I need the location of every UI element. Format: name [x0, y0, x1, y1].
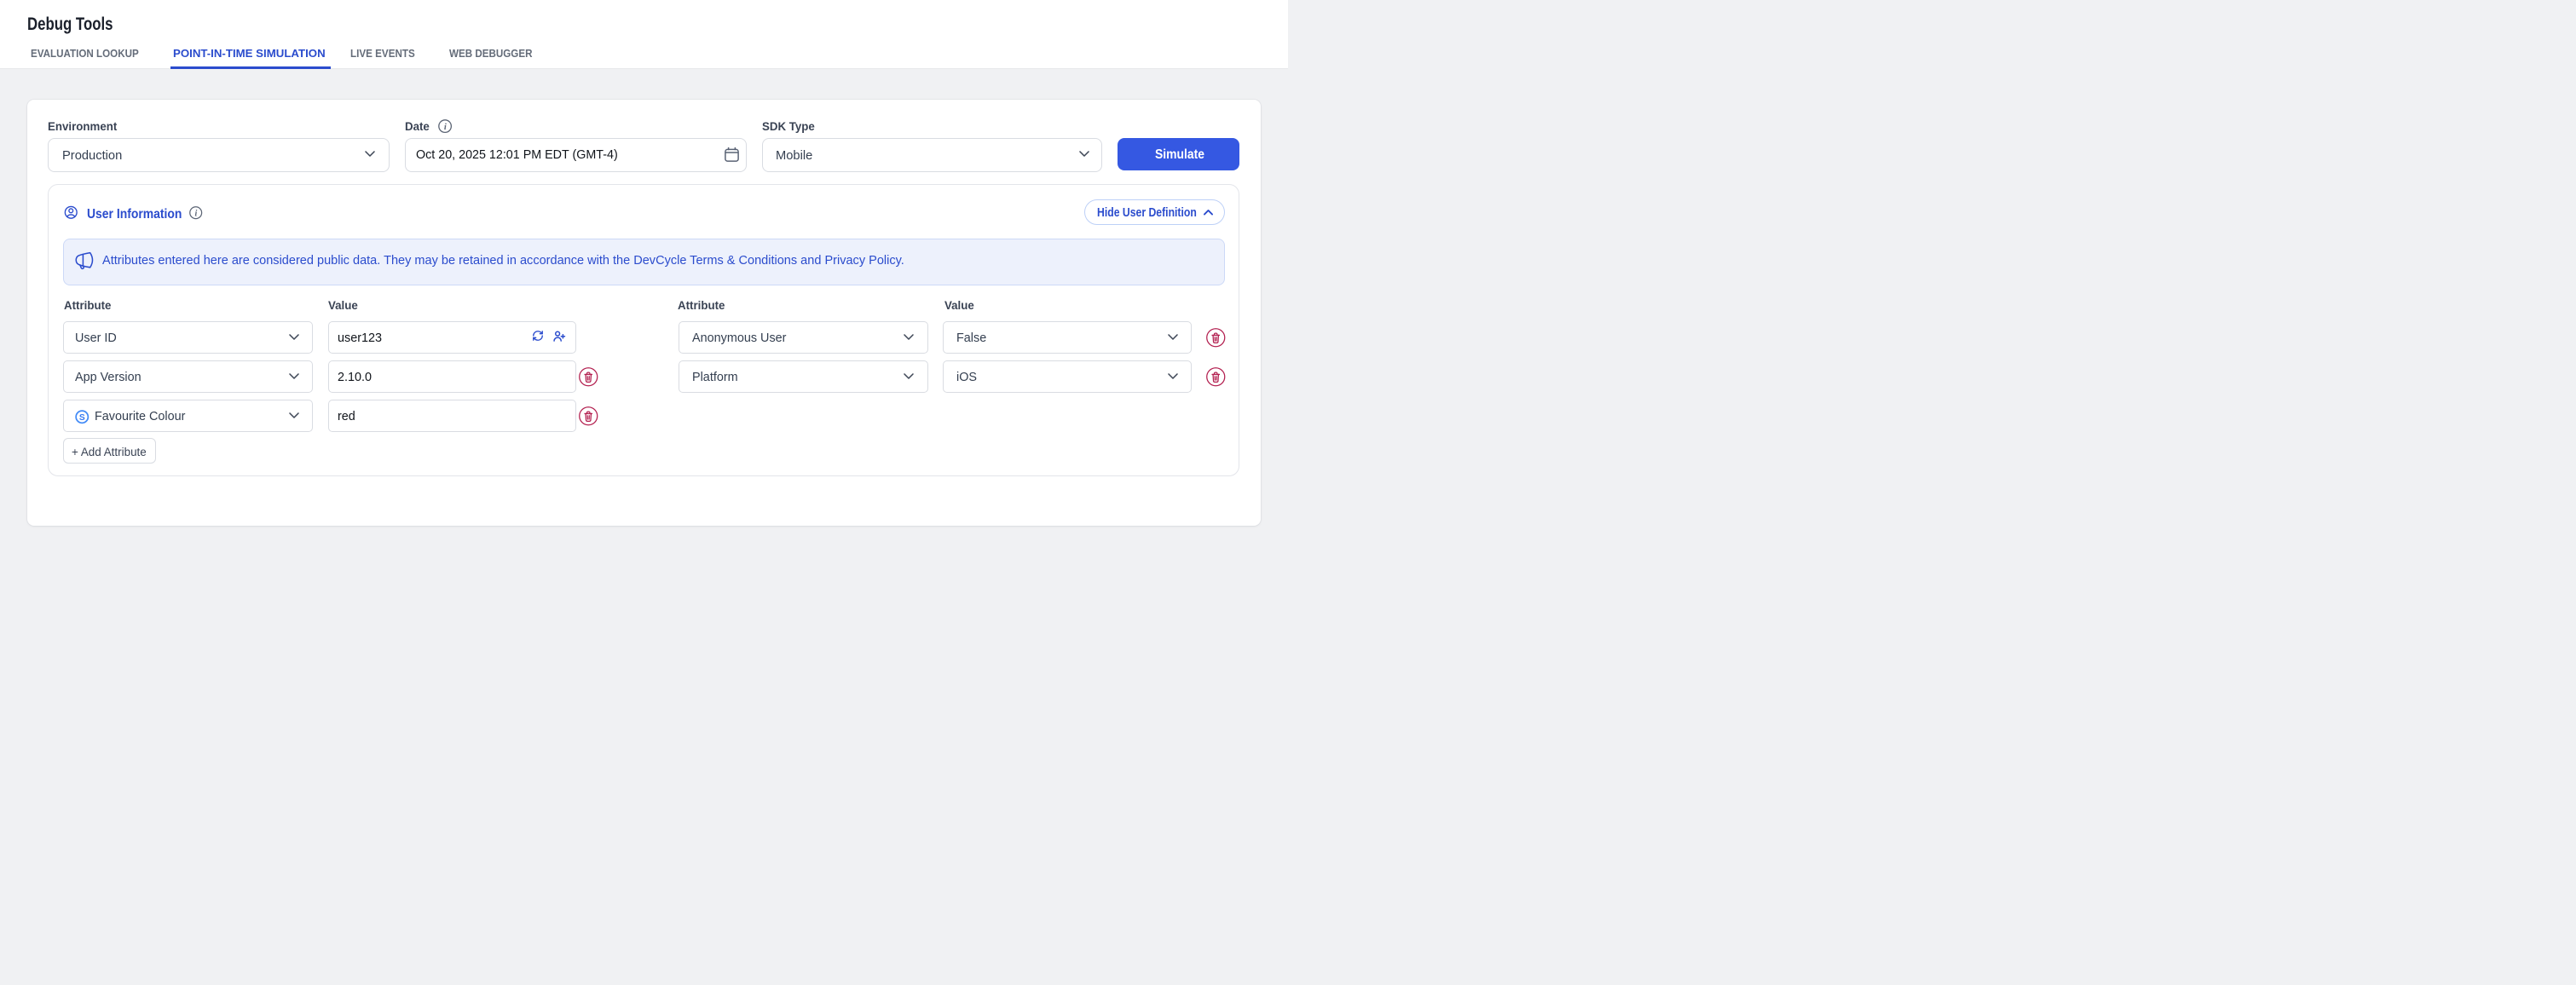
svg-text:i: i	[444, 123, 447, 132]
svg-text:i: i	[194, 209, 197, 218]
svg-text:S: S	[79, 413, 85, 423]
